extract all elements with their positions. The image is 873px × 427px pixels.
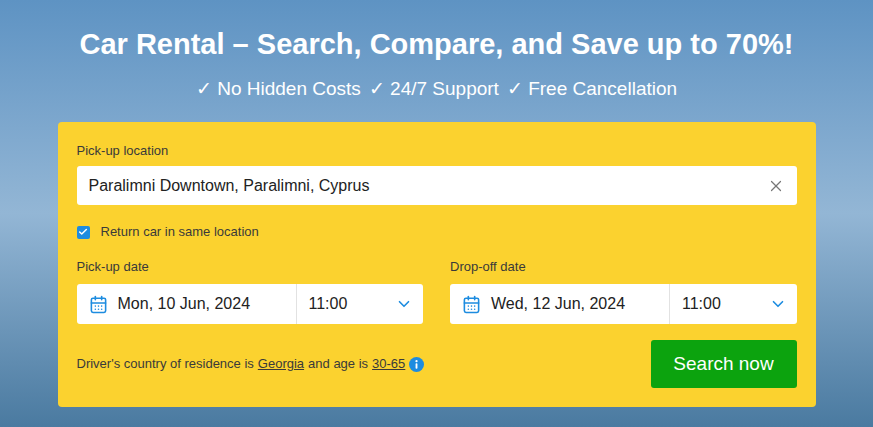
location-input[interactable]: Paralimni Downtown, Paralimni, Cyprus (77, 166, 797, 205)
date-input[interactable]: Mon, 10 Jun, 2024 (77, 284, 297, 324)
feature-item: ✓ No Hidden Costs (196, 77, 361, 101)
footer-row: Driver's country of residence isGeorgiaa… (77, 340, 797, 388)
driver-info: Driver's country of residence isGeorgiaa… (77, 354, 425, 374)
time-value: 11:00 (309, 292, 348, 316)
date-group: Pick-up date Mon, 10 Jun, 2024 11:00 (77, 258, 424, 324)
time-select[interactable]: 11:00 (297, 284, 424, 324)
date-field: Wed, 12 Jun, 2024 11:00 (450, 284, 797, 324)
search-button[interactable]: Search now (651, 340, 797, 388)
date-field: Mon, 10 Jun, 2024 11:00 (77, 284, 424, 324)
time-value: 11:00 (682, 292, 721, 316)
date-input[interactable]: Wed, 12 Jun, 2024 (450, 284, 670, 324)
chevron-down-icon (395, 295, 413, 313)
calendar-icon (462, 295, 481, 314)
clear-icon[interactable] (767, 177, 785, 195)
country-link[interactable]: Georgia (258, 354, 304, 374)
check-icon (78, 227, 88, 237)
date-value: Wed, 12 Jun, 2024 (491, 292, 625, 316)
age-link[interactable]: 30-65 (372, 354, 405, 374)
feature-item: ✓ 24/7 Support (369, 77, 499, 101)
same-location-label: Return car in same location (101, 223, 259, 241)
location-value: Paralimni Downtown, Paralimni, Cyprus (89, 174, 767, 198)
driver-middle: and age is (308, 354, 368, 374)
page: Car Rental – Search, Compare, and Save u… (0, 0, 873, 427)
feature-item: ✓ Free Cancellation (507, 77, 677, 101)
date-value: Mon, 10 Jun, 2024 (118, 292, 251, 316)
same-location-option[interactable]: Return car in same location (77, 223, 797, 241)
feature-list: ✓ No Hidden Costs ✓ 24/7 Support ✓ Free Ca… (196, 77, 677, 101)
search-panel: Pick-up location Paralimni Downtown, Para… (58, 122, 816, 407)
location-label: Pick-up location (77, 142, 797, 160)
checkbox[interactable] (77, 226, 90, 239)
hero-title: Car Rental – Search, Compare, and Save u… (80, 25, 794, 63)
driver-prefix: Driver's country of residence is (77, 354, 254, 374)
time-select[interactable]: 11:00 (670, 284, 797, 324)
date-row: Pick-up dateMon, 10 Jun, 202411:00Drop-o… (77, 258, 797, 324)
chevron-down-icon (769, 295, 787, 313)
date-label: Pick-up date (77, 258, 424, 276)
calendar-icon (89, 295, 108, 314)
date-group: Drop-off date Wed, 12 Jun, 2024 11:00 (450, 258, 797, 324)
info-icon[interactable] (409, 357, 424, 372)
date-label: Drop-off date (450, 258, 797, 276)
